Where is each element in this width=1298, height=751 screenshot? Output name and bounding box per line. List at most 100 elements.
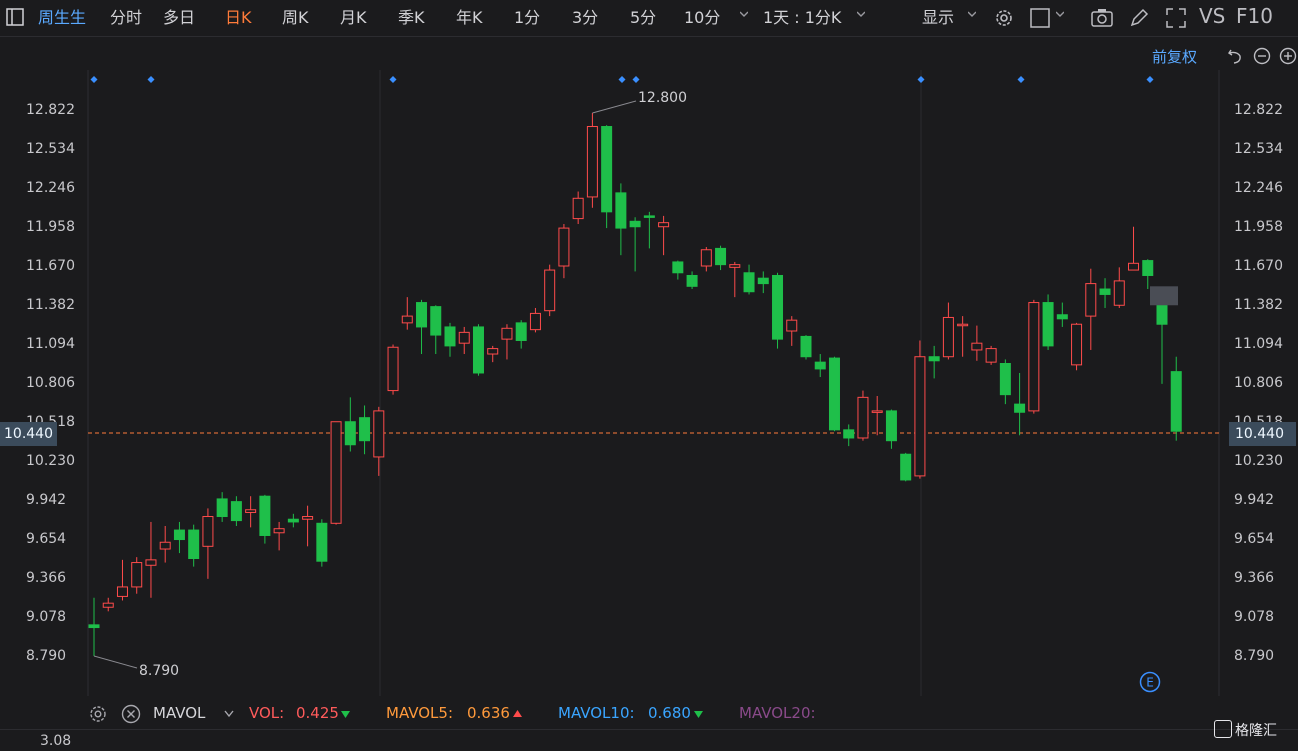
- candle-62: [971, 325, 983, 361]
- y-tick-r-5: 11.382: [1234, 297, 1283, 313]
- y-tick-l-4: 11.670: [26, 258, 75, 274]
- event-markers: [90, 76, 1154, 83]
- tab-0[interactable]: 分时: [110, 8, 142, 28]
- candle-49: [786, 316, 798, 346]
- candle-body-46: [743, 272, 755, 293]
- tab-7[interactable]: 1分: [514, 8, 540, 28]
- chevron-down-icon[interactable]: [857, 10, 865, 18]
- candle-body-13: [273, 528, 285, 534]
- volume-pane: 3.08: [0, 729, 1298, 751]
- layout-square-icon[interactable]: [1030, 8, 1050, 28]
- candle-67: [1042, 294, 1054, 350]
- candle-body-21: [387, 346, 399, 392]
- candle-35: [586, 112, 598, 208]
- candle-body-47: [757, 277, 769, 285]
- mavol5-value: 0.636: [467, 704, 510, 722]
- y-tick-r-9: 10.230: [1234, 453, 1283, 469]
- candle-39: [643, 211, 655, 249]
- sidebar-toggle-icon[interactable]: [6, 8, 24, 26]
- candle-body-22: [401, 315, 413, 324]
- chevron-down-icon[interactable]: [224, 710, 234, 718]
- candle-body-42: [686, 274, 698, 287]
- candle-65: [1014, 372, 1026, 436]
- candle-body-67: [1042, 302, 1054, 347]
- candle-body-6: [173, 529, 185, 541]
- candle-24: [430, 305, 442, 355]
- triangle-down-icon: [341, 711, 350, 718]
- gear-icon[interactable]: [88, 704, 108, 724]
- candle-body-62: [971, 342, 983, 351]
- candle-8: [202, 508, 214, 579]
- tab-10[interactable]: 10分: [684, 8, 720, 28]
- tab-2[interactable]: 日K: [225, 8, 252, 28]
- candle-body-38: [629, 220, 641, 228]
- candle-body-72: [1113, 280, 1125, 306]
- candle-body-35: [586, 126, 598, 198]
- candle-9: [216, 492, 228, 522]
- compare-period-selector[interactable]: 1天 : 1分K: [763, 8, 841, 28]
- candle-21: [387, 344, 399, 395]
- tab-4[interactable]: 月K: [340, 8, 367, 28]
- event-marker-6: [1017, 76, 1025, 83]
- candle-33: [558, 224, 570, 279]
- candle-34: [572, 191, 584, 225]
- y-tick-r-12: 9.366: [1234, 570, 1275, 586]
- tab-9[interactable]: 5分: [630, 8, 656, 28]
- candle-14: [287, 513, 299, 528]
- candle-body-54: [857, 396, 869, 439]
- stock-name[interactable]: 周生生: [38, 8, 86, 28]
- y-tick-l-6: 11.094: [26, 336, 75, 352]
- tab-3[interactable]: 周K: [282, 8, 309, 28]
- event-marker-5: [917, 76, 925, 83]
- y-tick-r-13: 9.078: [1234, 609, 1275, 625]
- candle-body-28: [487, 348, 499, 355]
- event-marker-1: [147, 76, 155, 83]
- vs-compare-button[interactable]: VS: [1199, 6, 1225, 26]
- candlestick-chart[interactable]: [0, 36, 1298, 696]
- candle-37: [615, 183, 627, 256]
- y-tick-l-13: 9.078: [26, 609, 67, 625]
- candle-27: [472, 324, 484, 376]
- camera-icon[interactable]: [1090, 7, 1114, 29]
- candle-body-27: [472, 326, 484, 374]
- tab-8[interactable]: 3分: [572, 8, 598, 28]
- candle-38: [629, 217, 641, 272]
- indicator-selector[interactable]: MAVOL: [153, 704, 205, 722]
- candle-body-52: [828, 357, 840, 431]
- pencil-icon[interactable]: [1128, 7, 1150, 29]
- candle-36: [601, 125, 613, 229]
- candle-26: [458, 326, 470, 355]
- y-tick-l-7: 10.806: [26, 375, 75, 391]
- y-tick-l-11: 9.654: [26, 531, 67, 547]
- chevron-down-icon[interactable]: [740, 10, 748, 18]
- tab-5[interactable]: 季K: [398, 8, 425, 28]
- chevron-down-icon[interactable]: [1056, 10, 1064, 18]
- display-menu[interactable]: 显示: [922, 8, 954, 28]
- tab-6[interactable]: 年K: [456, 8, 483, 28]
- triangle-down-icon: [694, 711, 703, 718]
- candle-29: [501, 324, 513, 360]
- gear-icon[interactable]: [993, 7, 1015, 29]
- candle-body-15: [302, 516, 314, 520]
- candle-10: [230, 496, 242, 526]
- toolbar: 周生生 分时 多日 日K 周K 月K 季K 年K 1分 3分 5分 10分 1天 : 1分K 显示 …: [0, 0, 1298, 37]
- y-tick-r-10: 9.942: [1234, 492, 1275, 508]
- candle-63: [985, 345, 997, 365]
- candle-body-2: [116, 586, 128, 597]
- candle-body-24: [430, 306, 442, 336]
- close-circle-icon[interactable]: [121, 704, 141, 724]
- tab-1[interactable]: 多日: [163, 8, 195, 28]
- f10-button[interactable]: F10: [1236, 6, 1273, 26]
- mavol10-value: 0.680: [648, 704, 691, 722]
- volume-indicator-bar: MAVOL VOL: 0.425 MAVOL5: 0.636 MAVOL10: …: [0, 697, 1298, 729]
- candle-75: [1156, 302, 1168, 384]
- fullscreen-icon[interactable]: [1165, 7, 1187, 29]
- candle-body-32: [544, 269, 556, 312]
- candle-2: [116, 559, 128, 601]
- chevron-down-icon[interactable]: [968, 10, 976, 18]
- candle-body-51: [814, 361, 826, 370]
- event-e-icon[interactable]: E: [1139, 671, 1161, 693]
- candle-body-64: [999, 363, 1011, 396]
- candle-66: [1028, 299, 1040, 414]
- vol-value: 0.425: [296, 704, 339, 722]
